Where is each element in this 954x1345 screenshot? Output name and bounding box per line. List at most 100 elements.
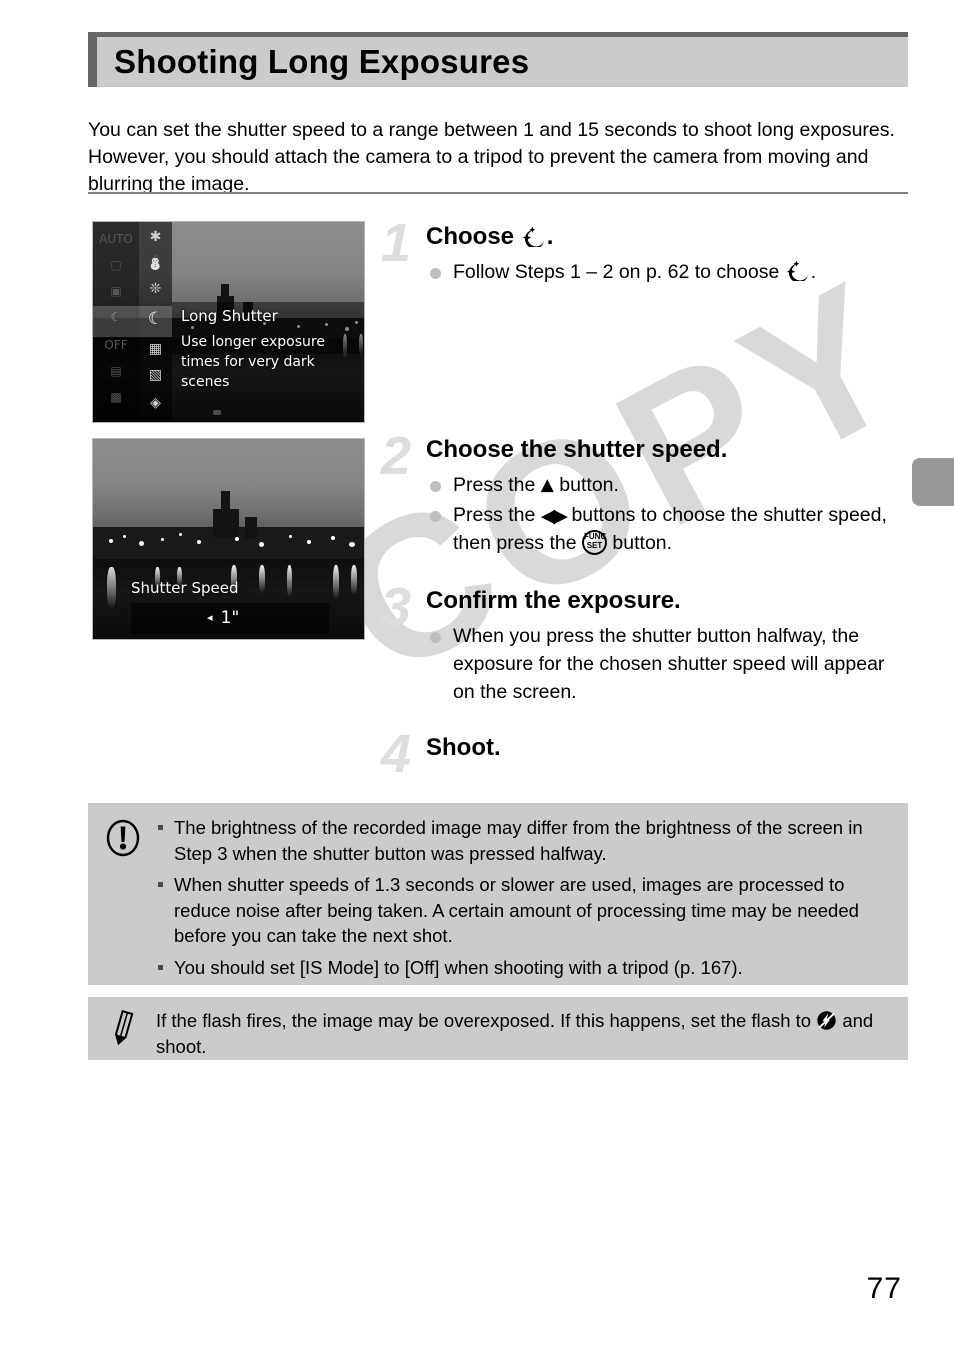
step-2-bullet-1-after: button. <box>553 474 619 496</box>
step-1-bullet-1: Follow Steps 1 – 2 on p. 62 to choose . <box>426 258 896 286</box>
caution-bullet-3-text: You should set [IS Mode] to [Off] when s… <box>174 956 743 978</box>
bullet-dot-icon <box>430 481 441 492</box>
long-shutter-icon <box>521 227 547 247</box>
ghost-icon-auto: AUTO <box>99 232 133 246</box>
selected-mode-description: Use longer exposure times for very dark … <box>181 334 325 390</box>
church-body <box>213 509 239 537</box>
shutter-speed-field[interactable]: ◂ 1" <box>131 603 329 634</box>
step-2-body: Press the ▲ button. Press the ◀▶ buttons… <box>426 471 896 559</box>
note-text-before: If the flash fires, the image may be ove… <box>156 1010 817 1031</box>
camera-screen-shutter-speed: Shutter Speed ◂ 1" <box>92 438 365 640</box>
step-3-number: 3 <box>381 577 412 637</box>
light-reflection <box>287 565 292 597</box>
caution-box: The brightness of the recorded image may… <box>88 803 908 985</box>
city-light <box>259 542 264 547</box>
bullet-square-icon <box>158 964 163 970</box>
flash-off-icon <box>816 1010 837 1031</box>
step-4-title: Shoot. <box>426 734 501 761</box>
up-button-icon: ▲ <box>540 475 554 495</box>
page-number: 77 <box>866 1272 902 1305</box>
step-2-title: Choose the shutter speed. <box>426 436 728 463</box>
left-right-buttons-icon: ◀▶ <box>540 505 568 527</box>
city-light <box>235 537 239 541</box>
step-2-bullet-2-after: button. <box>607 532 673 554</box>
step-2-number: 2 <box>381 426 412 486</box>
step-4-number: 4 <box>381 724 412 784</box>
city-light <box>349 542 355 547</box>
selected-mode-label: Long Shutter <box>181 307 278 325</box>
city-light <box>179 533 182 536</box>
caution-bullet-2-text: When shutter speeds of 1.3 seconds or sl… <box>174 874 859 946</box>
func-label: FUNC <box>584 532 607 541</box>
camera-screen-scene-menu: AUTO ▢ ▣ ☾ OFF ▤ ▩ ✱ ⛄ ❊ ☾ ▦ ▧ ◈ Long Sh… <box>92 221 365 423</box>
bullet-dot-icon <box>430 268 441 279</box>
city-light <box>331 536 335 540</box>
intro-paragraph: You can set the shutter speed to a range… <box>88 118 895 195</box>
bullet-square-icon <box>158 882 163 887</box>
ghost-icon-color-accent: OFF <box>104 338 128 352</box>
step-1-title: Choose . <box>426 222 553 252</box>
pencil-note-icon <box>102 1007 144 1049</box>
light-reflection <box>107 567 116 609</box>
step-1-title-suffix: . <box>546 223 554 250</box>
note-box: If the flash fires, the image may be ove… <box>88 997 908 1060</box>
shutter-speed-label: Shutter Speed <box>131 579 239 597</box>
step-3-bullet-1: When you press the shutter button halfwa… <box>426 622 896 706</box>
func-set-button-icon: FUNC SET <box>582 530 607 555</box>
mode-icon-low-light[interactable]: ◈ <box>139 390 172 416</box>
city-light <box>109 539 113 543</box>
ghost-icon-long-shutter: ☾ <box>110 310 122 324</box>
step-1-bullet-1-suffix: . <box>810 261 817 283</box>
manual-page: Shooting Long Exposures You can set the … <box>0 0 954 1345</box>
ghost-icon-miniature: ▤ <box>110 364 122 378</box>
city-light <box>307 540 311 544</box>
light-reflection <box>259 565 265 593</box>
step-2-bullet-2: Press the ◀▶ buttons to choose the shutt… <box>426 501 896 557</box>
caution-icon <box>102 817 144 859</box>
set-label: SET <box>586 541 603 550</box>
mode-icon-long-shutter[interactable]: ☾ <box>139 306 172 332</box>
caution-bullet-2: When shutter speeds of 1.3 seconds or sl… <box>156 872 892 949</box>
note-text: If the flash fires, the image may be ove… <box>156 1008 892 1060</box>
building-mass <box>245 517 257 539</box>
mode-icon-stitch-left[interactable]: ▦ <box>139 336 172 362</box>
step-1-bullet-1-text: Follow Steps 1 – 2 on p. 62 to choose <box>453 261 785 283</box>
step-1-number: 1 <box>381 213 412 273</box>
step-3-body: When you press the shutter button halfwa… <box>426 622 896 708</box>
caution-bullet-1-text: The brightness of the recorded image may… <box>174 817 863 864</box>
bullet-dot-icon <box>430 632 441 643</box>
section-divider <box>88 192 908 194</box>
step-1-body: Follow Steps 1 – 2 on p. 62 to choose . <box>426 258 896 288</box>
city-light <box>139 541 144 546</box>
step-2-bullet-2-before: Press the <box>453 504 541 526</box>
ghost-icon-toy-camera: ▩ <box>110 390 122 404</box>
step-3-bullet-1-text: When you press the shutter button halfwa… <box>453 625 885 703</box>
header-accent-bar <box>88 37 97 87</box>
chapter-header: Shooting Long Exposures <box>88 32 908 87</box>
mode-icon-snowman[interactable]: ⛄ <box>139 250 172 276</box>
bullet-dot-icon <box>430 511 441 522</box>
ghost-icon-program: ▢ <box>110 258 122 272</box>
light-reflection <box>333 565 339 599</box>
city-light <box>123 535 126 538</box>
water-highlight <box>213 410 221 415</box>
city-light <box>289 535 292 538</box>
shutter-speed-value: 1" <box>220 608 240 628</box>
chapter-side-tab <box>912 458 954 506</box>
step-1-title-text: Choose <box>426 223 521 250</box>
mode-icon-stitch-right[interactable]: ▧ <box>139 362 172 388</box>
bullet-square-icon <box>158 825 163 830</box>
ghost-icon-portrait: ▣ <box>110 284 122 298</box>
caution-content: The brightness of the recorded image may… <box>156 815 892 986</box>
mode-icon-fish[interactable]: ✱ <box>139 224 172 250</box>
step-2-bullet-1-before: Press the <box>453 474 541 496</box>
city-light <box>161 538 164 541</box>
page-title: Shooting Long Exposures <box>114 43 530 80</box>
caution-bullet-1: The brightness of the recorded image may… <box>156 815 892 866</box>
long-shutter-icon <box>785 261 811 281</box>
note-content: If the flash fires, the image may be ove… <box>156 1008 892 1060</box>
mode-icon-fireworks[interactable]: ❊ <box>139 276 172 302</box>
step-3-title: Confirm the exposure. <box>426 587 681 614</box>
step-2-bullet-1: Press the ▲ button. <box>426 471 896 499</box>
city-light <box>197 540 201 544</box>
